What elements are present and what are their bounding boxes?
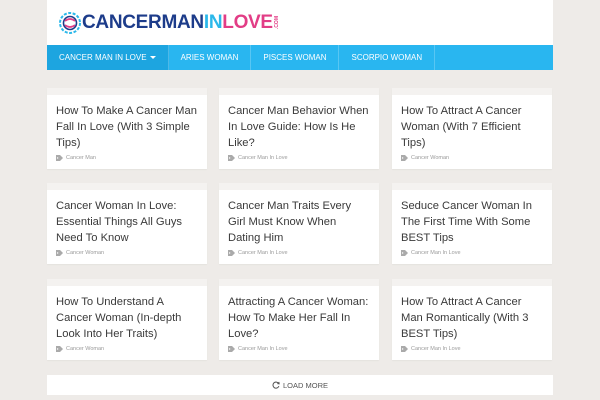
nav-item-aries-woman[interactable]: ARIES WOMAN — [169, 45, 252, 70]
tag-icon — [228, 155, 235, 161]
nav-item-label: CANCER MAN IN LOVE — [59, 53, 147, 62]
tag-icon — [228, 346, 235, 352]
logo-text-cancer: CANCER — [82, 12, 162, 33]
post-meta: Cancer Woman — [47, 246, 207, 264]
post-title[interactable]: How To Understand A Cancer Woman (In-dep… — [47, 286, 207, 342]
post-card[interactable]: Cancer Man Behavior When In Love Guide: … — [219, 88, 379, 169]
post-card[interactable]: Cancer Man Traits Every Girl Must Know W… — [219, 183, 379, 264]
post-title[interactable]: Attracting A Cancer Woman: How To Make H… — [219, 286, 379, 342]
page: CANCERMANINLOVE .COM CANCER MAN IN LOVE … — [47, 0, 553, 400]
post-meta: Cancer Man In Love — [392, 342, 552, 360]
load-more-label: LOAD MORE — [282, 380, 328, 390]
logo-text-man: MAN — [161, 12, 204, 33]
post-meta: Cancer Man — [47, 151, 207, 169]
tag-icon — [228, 250, 235, 256]
post-card[interactable]: How To Make A Cancer Man Fall In Love (W… — [47, 88, 207, 169]
nav-item-scorpio-woman[interactable]: SCORPIO WOMAN — [339, 45, 436, 70]
tag-icon — [401, 250, 408, 256]
nav-item-label: PISCES WOMAN — [263, 53, 327, 62]
logo-wordmark: CANCERMANINLOVE — [82, 12, 273, 34]
post-title[interactable]: Cancer Woman In Love: Essential Things A… — [47, 190, 207, 246]
post-title[interactable]: Cancer Man Traits Every Girl Must Know W… — [219, 190, 379, 246]
post-card[interactable]: Cancer Woman In Love: Essential Things A… — [47, 183, 207, 264]
post-category-link[interactable]: Cancer Man In Love — [411, 250, 461, 256]
post-category-link[interactable]: Cancer Man In Love — [411, 346, 461, 352]
post-meta: Cancer Man In Love — [392, 246, 552, 264]
post-card[interactable]: Attracting A Cancer Woman: How To Make H… — [219, 279, 379, 360]
post-meta: Cancer Man In Love — [219, 151, 379, 169]
refresh-icon — [272, 381, 280, 389]
post-title[interactable]: How To Make A Cancer Man Fall In Love (W… — [47, 95, 207, 151]
post-category-link[interactable]: Cancer Woman — [66, 250, 104, 256]
cancer-zodiac-logo-icon — [59, 12, 81, 34]
tag-icon — [401, 155, 408, 161]
nav-item-label: ARIES WOMAN — [180, 53, 239, 62]
post-title[interactable]: Cancer Man Behavior When In Love Guide: … — [219, 95, 379, 151]
main-nav: CANCER MAN IN LOVE ARIES WOMAN PISCES WO… — [47, 45, 553, 70]
post-category-link[interactable]: Cancer Woman — [66, 346, 104, 352]
post-category-link[interactable]: Cancer Man In Love — [238, 155, 288, 161]
post-category-link[interactable]: Cancer Man In Love — [238, 250, 288, 256]
post-category-link[interactable]: Cancer Man In Love — [238, 346, 288, 352]
post-card[interactable]: How To Attract A Cancer Man Romantically… — [392, 279, 552, 360]
post-category-link[interactable]: Cancer Woman — [411, 155, 449, 161]
load-more-button[interactable]: LOAD MORE — [47, 375, 553, 395]
nav-item-cancer-man-in-love[interactable]: CANCER MAN IN LOVE — [47, 45, 169, 70]
tag-icon — [56, 155, 63, 161]
post-card[interactable]: How To Attract A Cancer Woman (With 7 Ef… — [392, 88, 552, 169]
post-meta: Cancer Man In Love — [219, 246, 379, 264]
logo-text-love: LOVE — [222, 12, 273, 33]
tag-icon — [56, 346, 63, 352]
nav-item-label: SCORPIO WOMAN — [351, 53, 423, 62]
post-category-link[interactable]: Cancer Man — [66, 155, 96, 161]
post-meta: Cancer Woman — [47, 342, 207, 360]
post-title[interactable]: How To Attract A Cancer Woman (With 7 Ef… — [392, 95, 552, 151]
post-title[interactable]: How To Attract A Cancer Man Romantically… — [392, 286, 552, 342]
logo-text-in: IN — [203, 12, 223, 33]
post-meta: Cancer Man In Love — [219, 342, 379, 360]
site-header: CANCERMANINLOVE .COM — [47, 0, 553, 45]
nav-item-pisces-woman[interactable]: PISCES WOMAN — [251, 45, 340, 70]
tag-icon — [401, 346, 408, 352]
post-card[interactable]: How To Understand A Cancer Woman (In-dep… — [47, 279, 207, 360]
post-title[interactable]: Seduce Cancer Woman In The First Time Wi… — [392, 190, 552, 246]
post-card[interactable]: Seduce Cancer Woman In The First Time Wi… — [392, 183, 552, 264]
site-logo[interactable]: CANCERMANINLOVE .COM — [59, 11, 280, 35]
tag-icon — [56, 250, 63, 256]
logo-dotcom: .COM — [273, 16, 280, 30]
post-meta: Cancer Woman — [392, 151, 552, 169]
caret-down-icon — [149, 55, 156, 59]
